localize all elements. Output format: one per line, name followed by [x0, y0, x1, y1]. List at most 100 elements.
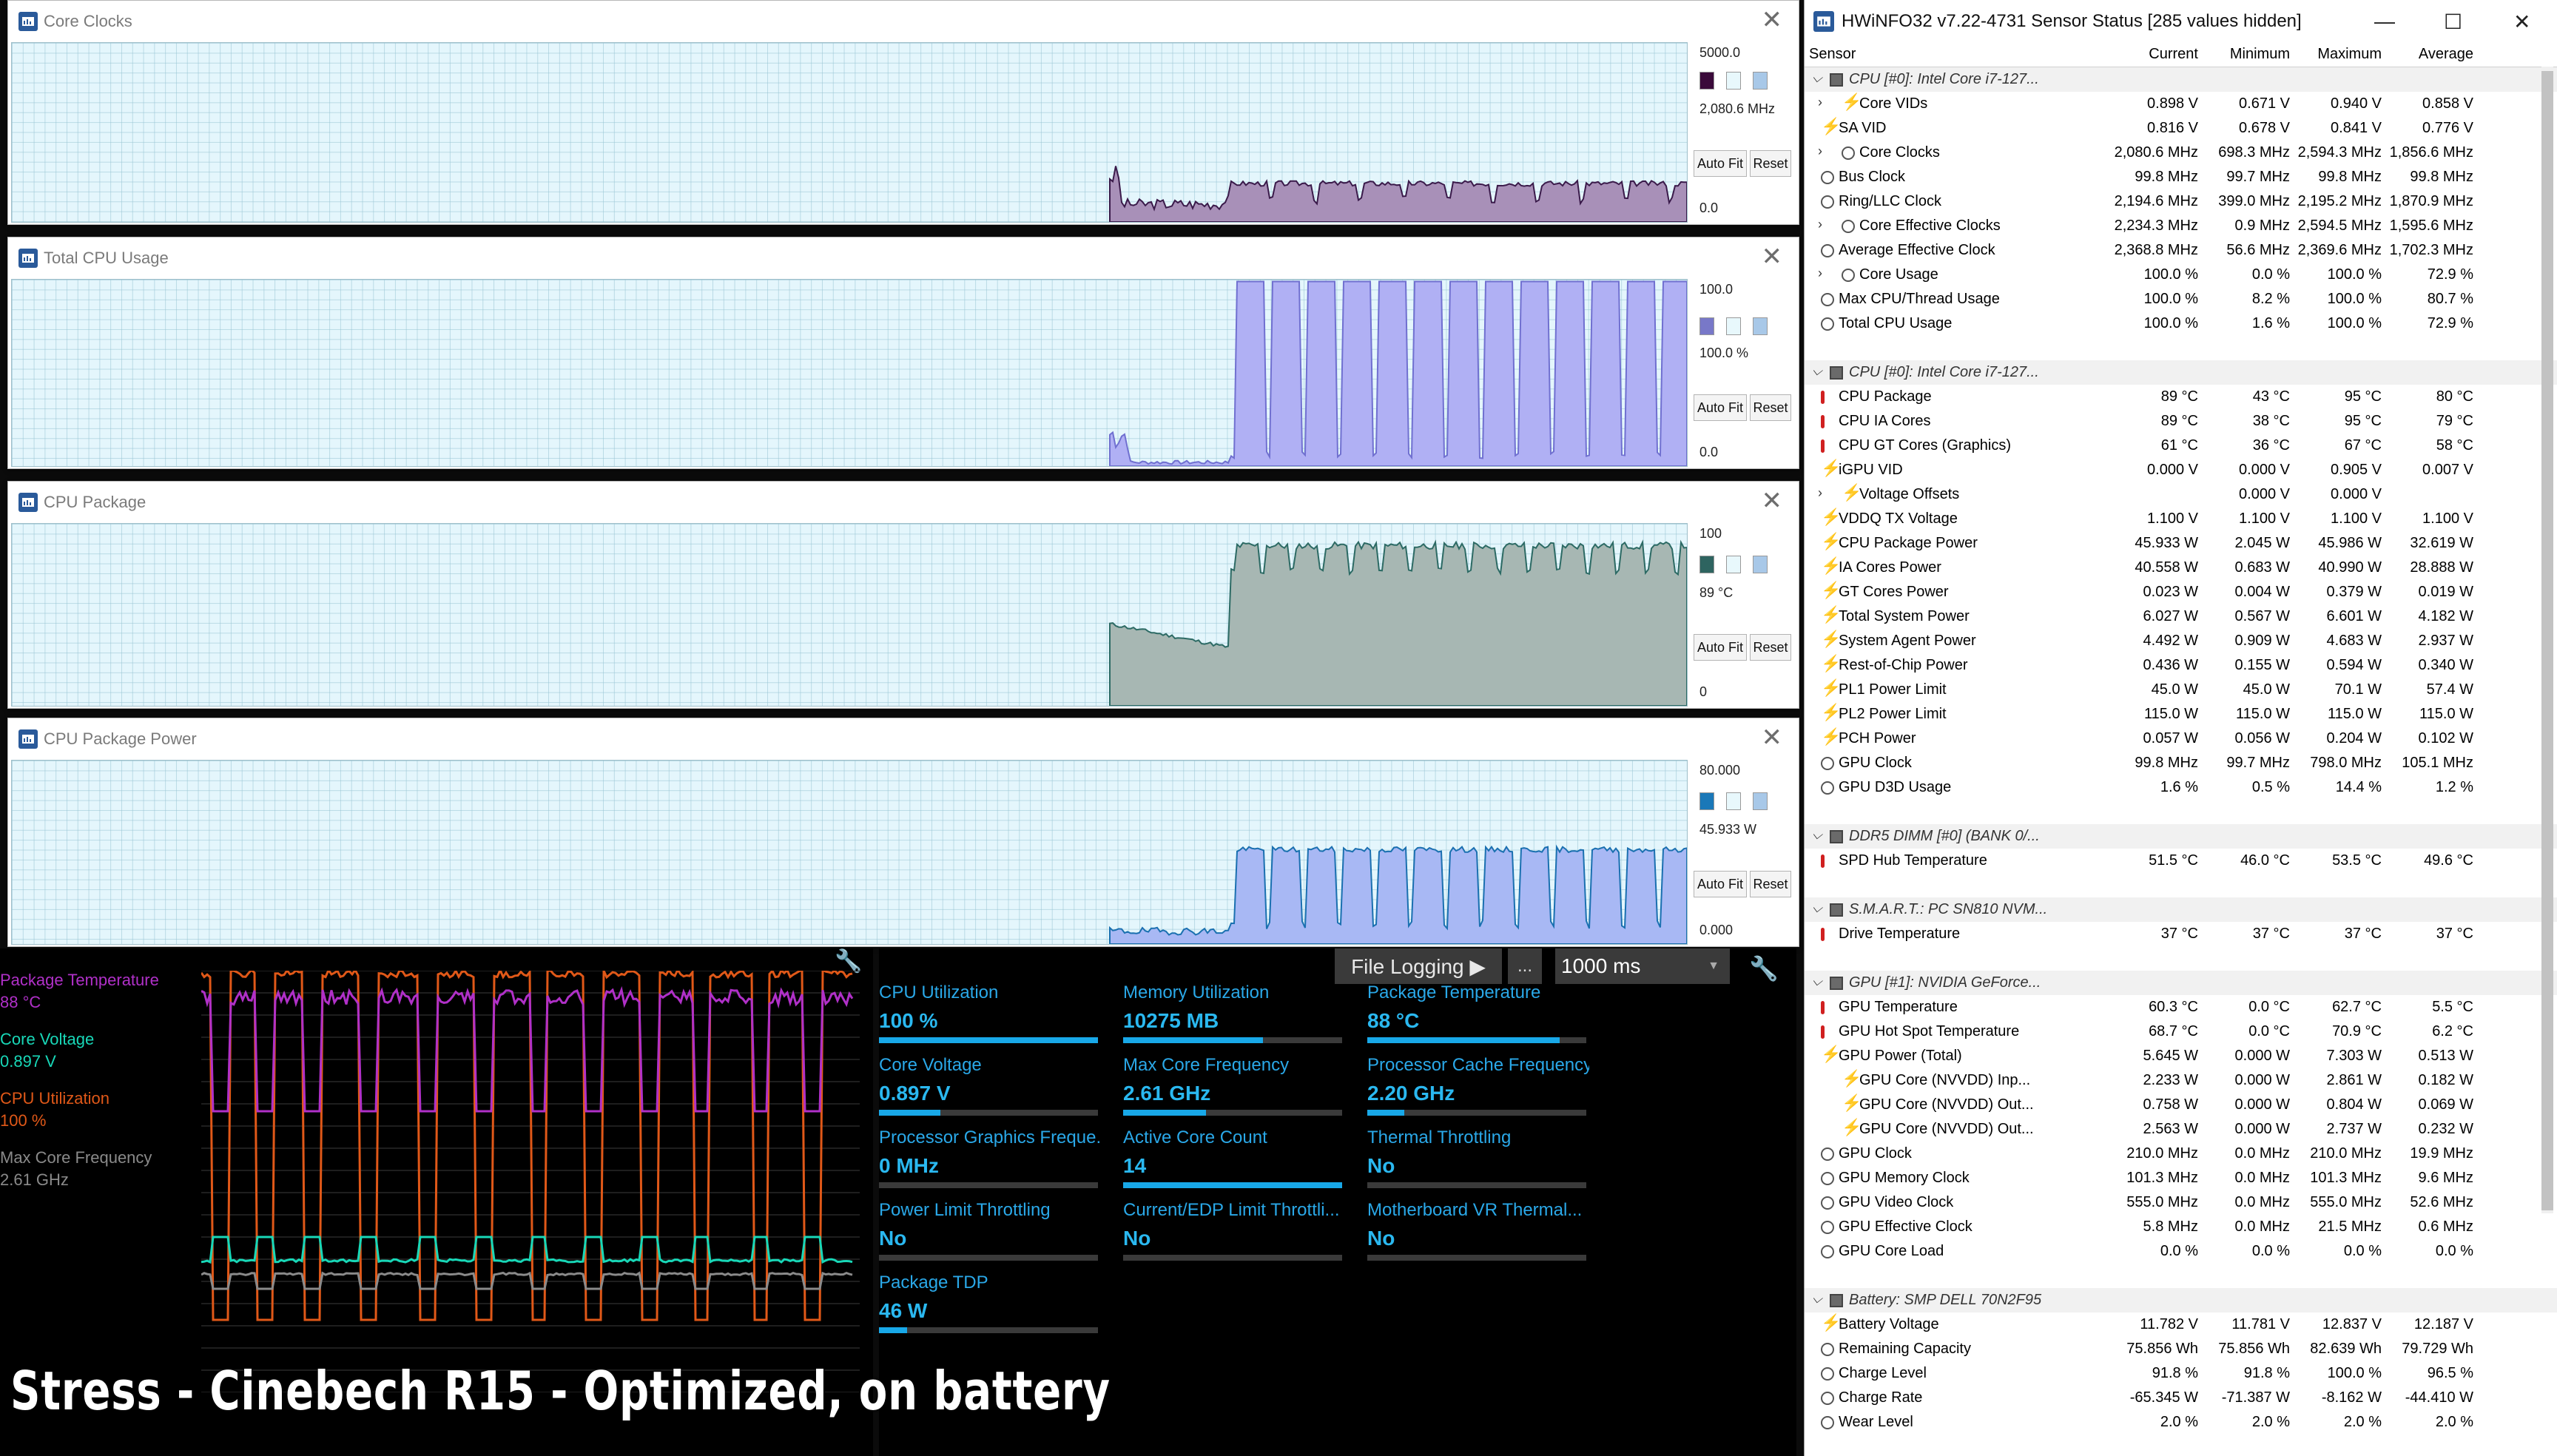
sensor-row[interactable]: ⚡ PL1 Power Limit 45.0 W 45.0 W 70.1 W 57.4 W — [1805, 678, 2557, 702]
grid-color-swatch[interactable] — [1753, 556, 1768, 573]
sensor-row[interactable]: ⚡ PCH Power 0.057 W 0.056 W 0.204 W 0.102 W — [1805, 727, 2557, 751]
scrollbar-thumb[interactable] — [2541, 71, 2553, 1210]
reset-button[interactable]: Reset — [1750, 871, 1791, 897]
column-header[interactable]: Sensor — [1809, 46, 1856, 63]
sensor-row[interactable]: ⚡ GPU Core (NVVDD) Inp... 2.233 W 0.000 W 2.… — [1805, 1068, 2557, 1093]
sensor-row[interactable]: Charge Rate -65.345 W -71.387 W -8.162 W -44… — [1805, 1386, 2557, 1410]
sensor-row[interactable]: CPU Package 89 °C 43 °C 95 °C 80 °C — [1805, 385, 2557, 409]
sensor-row[interactable]: GPU Temperature 60.3 °C 0.0 °C 62.7 °C 5.5 °… — [1805, 995, 2557, 1019]
sensor-row[interactable]: GPU Core Load 0.0 % 0.0 % 0.0 % 0.0 % — [1805, 1239, 2557, 1264]
chevron-down-icon[interactable]: ⌵ — [1812, 70, 1822, 86]
sensor-row[interactable]: GPU Hot Spot Temperature 68.7 °C 0.0 °C 70.… — [1805, 1019, 2557, 1044]
sensor-row[interactable]: › ⚡ Voltage Offsets 0.000 V 0.000 V — [1805, 482, 2557, 507]
sensor-row[interactable]: ⚡ Total System Power 6.027 W 0.567 W 6.601 W… — [1805, 604, 2557, 629]
sensor-group-row[interactable]: ⌵ GPU [#1]: NVIDIA GeForce... — [1805, 971, 2557, 995]
sensor-row[interactable]: Drive Temperature 37 °C 37 °C 37 °C 37 °C — [1805, 922, 2557, 946]
column-header[interactable]: Minimum — [2201, 46, 2290, 63]
sensor-row[interactable]: ⚡ SA VID 0.816 V 0.678 V 0.841 V 0.776 V — [1805, 116, 2557, 141]
chevron-down-icon[interactable]: ⌵ — [1812, 363, 1822, 379]
sensor-row[interactable]: Total CPU Usage 100.0 % 1.6 % 100.0 % 72.9 % — [1805, 311, 2557, 336]
window-titlebar[interactable]: CPU Package Power ✕ — [8, 718, 1799, 760]
sensor-row[interactable]: SPD Hub Temperature 51.5 °C 46.0 °C 53.5 °C… — [1805, 849, 2557, 873]
sensor-row[interactable]: ⚡ GPU Power (Total) 5.645 W 0.000 W 7.303 W0… — [1805, 1044, 2557, 1068]
sensor-row[interactable]: › Core Usage 100.0 % 0.0 % 100.0 % 72.9 % — [1805, 263, 2557, 287]
more-options-button[interactable]: ... — [1508, 948, 1542, 984]
reset-button[interactable]: Reset — [1750, 150, 1791, 177]
auto-fit-button[interactable]: Auto Fit — [1694, 871, 1747, 897]
sensor-row[interactable]: GPU Clock 99.8 MHz 99.7 MHz 798.0 MHz 105.1 … — [1805, 751, 2557, 775]
chevron-right-icon[interactable]: › — [1818, 217, 1822, 232]
close-icon[interactable]: ✕ — [1762, 243, 1783, 270]
grid-color-swatch[interactable] — [1753, 72, 1768, 90]
chevron-down-icon[interactable]: ⌵ — [1812, 1291, 1822, 1307]
sensor-row[interactable]: ⚡ System Agent Power 4.492 W 0.909 W 4.683 W… — [1805, 629, 2557, 653]
sensor-group-row[interactable]: ⌵ S.M.A.R.T.: PC SN810 NVM... — [1805, 897, 2557, 922]
sensor-row[interactable]: GPU D3D Usage 1.6 % 0.5 % 14.4 % 1.2 % — [1805, 775, 2557, 800]
chevron-right-icon[interactable]: › — [1818, 95, 1822, 110]
sensor-group-row[interactable]: ⌵ Battery: SMP DELL 70N2F95 — [1805, 1288, 2557, 1312]
sensor-row[interactable]: ⚡ GPU Core (NVVDD) Out... 2.563 W 0.000 W 2.… — [1805, 1117, 2557, 1142]
sensor-row[interactable]: ⚡ CPU Package Power 45.933 W 2.045 W 45.986 … — [1805, 531, 2557, 556]
line-color-swatch[interactable] — [1699, 317, 1714, 335]
sensor-row[interactable]: Ring/LLC Clock 2,194.6 MHz 399.0 MHz 2,195.… — [1805, 189, 2557, 214]
sensor-row[interactable]: ⚡ PL2 Power Limit 115.0 W 115.0 W 115.0 W 115… — [1805, 702, 2557, 727]
sensor-row[interactable]: GPU Video Clock 555.0 MHz 0.0 MHz 555.0 MHz… — [1805, 1190, 2557, 1215]
auto-fit-button[interactable]: Auto Fit — [1694, 634, 1747, 661]
close-icon[interactable]: ✕ — [1762, 724, 1783, 751]
sensor-row[interactable]: Max CPU/Thread Usage 100.0 % 8.2 % 100.0 % 8… — [1805, 287, 2557, 311]
sensor-row[interactable]: ⚡ IA Cores Power 40.558 W 0.683 W 40.990 W 28… — [1805, 556, 2557, 580]
grid-color-swatch[interactable] — [1753, 317, 1768, 335]
chevron-right-icon[interactable]: › — [1818, 266, 1822, 281]
background-color-swatch[interactable] — [1726, 556, 1741, 573]
sensor-row[interactable]: ⚡ GPU Core (NVVDD) Out... 0.758 W 0.000 W 0.… — [1805, 1093, 2557, 1117]
file-logging-button[interactable]: File Logging ▶ — [1335, 948, 1502, 984]
sensor-row[interactable]: ⚡ VDDQ TX Voltage 1.100 V 1.100 V 1.100 V 1.1… — [1805, 507, 2557, 531]
sensor-group-row[interactable]: ⌵ DDR5 DIMM [#0] (BANK 0/... — [1805, 824, 2557, 849]
sensor-row[interactable]: Bus Clock 99.8 MHz 99.7 MHz 99.8 MHz 99.8 MH… — [1805, 165, 2557, 189]
sensor-row[interactable]: GPU Memory Clock 101.3 MHz 0.0 MHz 101.3 MH… — [1805, 1166, 2557, 1190]
close-icon[interactable]: ✕ — [1762, 7, 1783, 33]
auto-fit-button[interactable]: Auto Fit — [1694, 150, 1747, 177]
close-icon[interactable]: ✕ — [2513, 0, 2530, 43]
grid-color-swatch[interactable] — [1753, 792, 1768, 810]
reset-button[interactable]: Reset — [1750, 394, 1791, 421]
window-titlebar[interactable]: HWiNFO32 v7.22-4731 Sensor Status [285 v… — [1805, 0, 2557, 43]
wrench-icon[interactable]: 🔧 — [1749, 954, 1779, 983]
sensor-row[interactable]: › Core Effective Clocks 2,234.3 MHz 0.9 MHz… — [1805, 214, 2557, 238]
column-header[interactable]: Current — [2118, 46, 2198, 63]
sensor-row[interactable]: ⚡ GT Cores Power 0.023 W 0.004 W 0.379 W 0.01… — [1805, 580, 2557, 604]
close-icon[interactable]: ✕ — [1762, 488, 1783, 514]
line-color-swatch[interactable] — [1699, 72, 1714, 90]
minimize-icon[interactable]: — — [2374, 0, 2395, 43]
background-color-swatch[interactable] — [1726, 317, 1741, 335]
window-titlebar[interactable]: Total CPU Usage ✕ — [8, 237, 1799, 279]
sensor-row[interactable]: ⚡ Battery Voltage 11.782 V 11.781 V 12.837 V… — [1805, 1312, 2557, 1337]
reset-button[interactable]: Reset — [1750, 634, 1791, 661]
sensor-row[interactable]: Charge Level 91.8 % 91.8 % 100.0 % 96.5 % — [1805, 1361, 2557, 1386]
column-header[interactable]: Average — [2385, 46, 2473, 63]
auto-fit-button[interactable]: Auto Fit — [1694, 394, 1747, 421]
sensor-row[interactable]: ⚡ Rest-of-Chip Power 0.436 W 0.155 W 0.594 W… — [1805, 653, 2557, 678]
window-titlebar[interactable]: CPU Package ✕ — [8, 482, 1799, 523]
sensor-group-row[interactable]: ⌵ CPU [#0]: Intel Core i7-127... — [1805, 67, 2557, 92]
chevron-down-icon[interactable]: ⌵ — [1812, 827, 1822, 843]
maximize-icon[interactable]: ☐ — [2444, 0, 2462, 43]
chevron-down-icon[interactable]: ⌵ — [1812, 900, 1822, 916]
sensor-row[interactable]: › Core Clocks 2,080.6 MHz 698.3 MHz 2,594.3 … — [1805, 141, 2557, 165]
sensor-row[interactable]: CPU GT Cores (Graphics) 61 °C 36 °C 67 °C 58… — [1805, 434, 2557, 458]
background-color-swatch[interactable] — [1726, 792, 1741, 810]
sensor-row[interactable]: Wear Level 2.0 % 2.0 % 2.0 % 2.0 % — [1805, 1410, 2557, 1435]
sensor-row[interactable]: Average Effective Clock 2,368.8 MHz 56.6 M… — [1805, 238, 2557, 263]
sensor-row[interactable]: CPU IA Cores 89 °C 38 °C 95 °C 79 °C — [1805, 409, 2557, 434]
polling-interval-select[interactable]: 1000 ms ▼ — [1555, 948, 1730, 984]
sensor-row[interactable]: GPU Effective Clock 5.8 MHz 0.0 MHz 21.5 MH… — [1805, 1215, 2557, 1239]
line-color-swatch[interactable] — [1699, 556, 1714, 573]
sensor-row[interactable]: GPU Clock 210.0 MHz 0.0 MHz 210.0 MHz 19.9 M… — [1805, 1142, 2557, 1166]
chevron-right-icon[interactable]: › — [1818, 485, 1822, 501]
chevron-right-icon[interactable]: › — [1818, 144, 1822, 159]
background-color-swatch[interactable] — [1726, 72, 1741, 90]
column-header[interactable]: Maximum — [2293, 46, 2382, 63]
sensor-row[interactable]: Remaining Capacity 75.856 Wh 75.856 Wh 82.6… — [1805, 1337, 2557, 1361]
chevron-down-icon[interactable]: ⌵ — [1812, 974, 1822, 989]
window-titlebar[interactable]: Core Clocks ✕ — [8, 1, 1799, 42]
